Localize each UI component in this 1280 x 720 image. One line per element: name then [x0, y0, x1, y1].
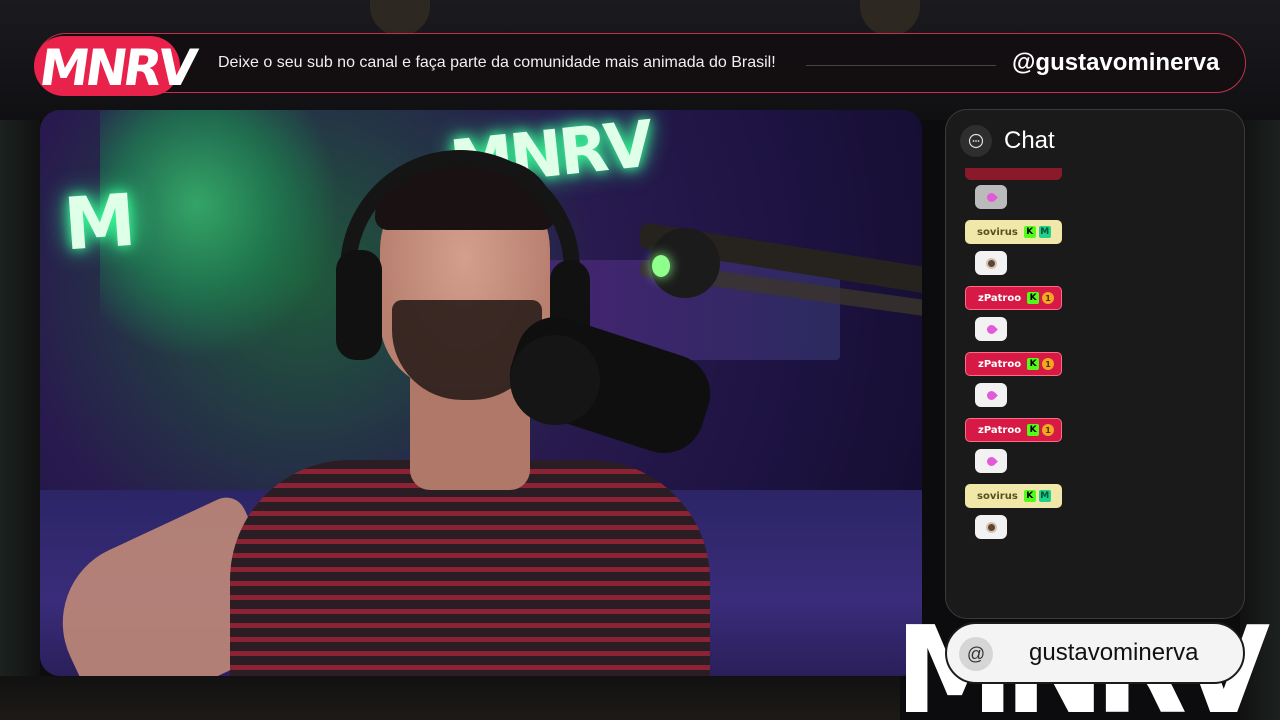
sub-badge-icon: 1	[1042, 358, 1055, 370]
footer-handle: gustavominerva	[1029, 639, 1199, 666]
headphones-left-cup	[336, 250, 382, 360]
microphone-head	[510, 335, 600, 425]
kick-badge-icon: K	[1023, 226, 1036, 238]
mod-badge-icon: M	[1038, 226, 1051, 238]
chat-emote	[975, 251, 1007, 275]
chat-message-cutoff	[965, 168, 1062, 180]
chat-username-badge[interactable]: zPatroo K 1	[965, 352, 1062, 376]
sub-badge-icon: 1	[1042, 424, 1055, 436]
mic-led	[652, 255, 670, 277]
chat-username: zPatroo	[978, 358, 1022, 370]
background-floor	[0, 676, 900, 720]
banner-message: Deixe o seu sub no canal e faça parte da…	[218, 54, 776, 71]
neon-m-sign: M	[61, 177, 139, 267]
kick-badge-icon: K	[1023, 490, 1036, 502]
chat-username-badge[interactable]: zPatroo K 1	[965, 286, 1062, 310]
chat-username-badge[interactable]: sovirus K M	[965, 220, 1062, 244]
mod-badge-icon: M	[1038, 490, 1051, 502]
face-emote-icon	[985, 521, 997, 533]
kick-badge-icon: K	[1027, 358, 1040, 370]
rocket-emote-icon	[984, 388, 998, 402]
rocket-emote-icon	[984, 454, 998, 468]
chat-emote	[975, 383, 1007, 407]
webcam-feed: M MNRV	[40, 110, 922, 676]
chat-username: sovirus	[977, 226, 1018, 238]
chat-emote	[975, 515, 1007, 539]
background-left-wall	[0, 120, 40, 720]
chat-emote	[975, 317, 1007, 341]
streamer-shirt	[230, 460, 710, 676]
chat-emote	[975, 185, 1007, 209]
chat-title: Chat	[1004, 127, 1055, 154]
chat-username-badge[interactable]: sovirus K M	[965, 484, 1062, 508]
chat-username-badge[interactable]: zPatroo K 1	[965, 418, 1062, 442]
at-icon: @	[959, 637, 993, 671]
handle-pill: @ gustavominerva	[945, 622, 1245, 684]
rocket-emote-icon	[984, 190, 998, 204]
kick-badge-icon: K	[1027, 292, 1040, 304]
chat-username: sovirus	[977, 490, 1018, 502]
chat-username: zPatroo	[978, 292, 1022, 304]
banner-divider	[806, 65, 996, 66]
face-emote-icon	[985, 257, 997, 269]
sub-badge-icon: 1	[1042, 292, 1055, 304]
mnrv-logo: MNRV	[34, 30, 197, 104]
banner-handle: @gustavominerva	[1012, 49, 1220, 76]
chat-username: zPatroo	[978, 424, 1022, 436]
chat-bubble-icon	[960, 125, 992, 157]
logo-text: MNRV	[35, 39, 197, 97]
kick-badge-icon: K	[1027, 424, 1040, 436]
chat-emote	[975, 449, 1007, 473]
chat-panel: Chat sovirus K M zPatroo K 1 zPatroo K 1…	[945, 109, 1245, 619]
rocket-emote-icon	[984, 322, 998, 336]
